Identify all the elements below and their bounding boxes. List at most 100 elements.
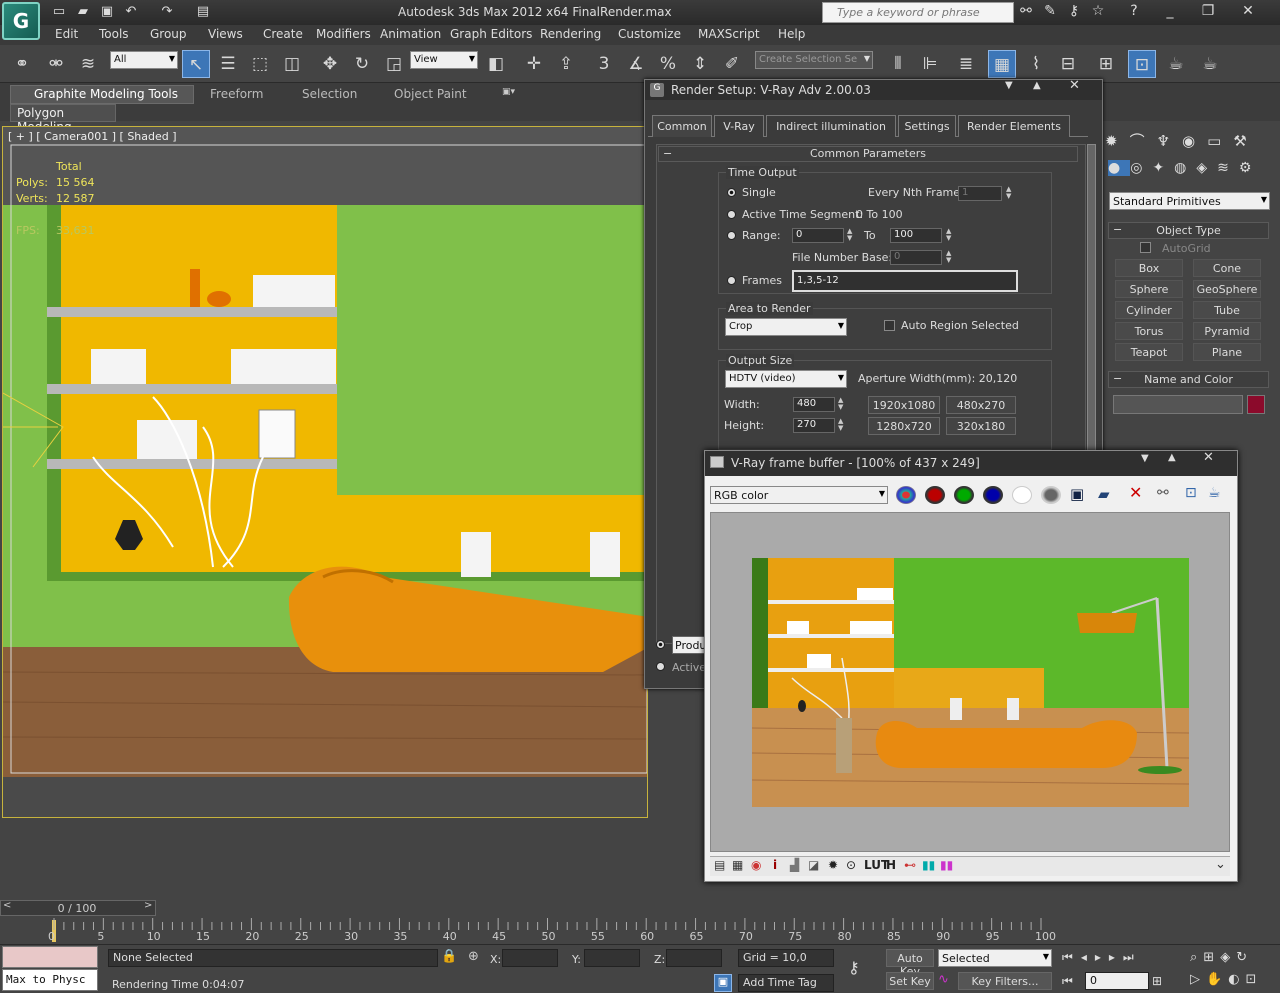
transform-type-in-icon[interactable]: ⊕ [468, 949, 479, 964]
y-coordinate-field[interactable] [584, 949, 640, 967]
vfb-rgb-channels-icon[interactable] [896, 486, 916, 504]
teapot-button[interactable]: Teapot [1115, 343, 1183, 361]
align-icon[interactable]: ⊫ [916, 50, 944, 78]
render-setup-collapse-icon[interactable]: ▲ [1033, 80, 1041, 91]
key-mode-dropdown[interactable]: Selected ▼ [938, 949, 1052, 967]
material-editor-icon[interactable]: ⊞ [1092, 50, 1120, 78]
redo-icon[interactable]: ↷ [158, 3, 176, 21]
vfb-link-icon[interactable]: ⚯ [1157, 485, 1169, 501]
viewport-nav-top[interactable]: ⌕⊞◈↻ [1190, 950, 1253, 965]
link-icon[interactable]: ⚭ [8, 50, 36, 78]
cameras-icon[interactable]: ◍ [1174, 160, 1196, 176]
auto-key-button[interactable]: Auto Key [886, 949, 934, 978]
menu-views[interactable]: Views [208, 27, 243, 41]
select-manipulate-icon[interactable]: ✛ [520, 50, 548, 78]
object-name-field[interactable] [1113, 395, 1243, 414]
arc-rotate-icon[interactable]: ◐ [1228, 972, 1245, 987]
sphere-button[interactable]: Sphere [1115, 280, 1183, 298]
display-tab-icon[interactable]: ▭ [1207, 132, 1233, 150]
range-to-input[interactable]: 100 [890, 228, 942, 243]
tab-common[interactable]: Common [652, 115, 712, 137]
layer-manager-icon[interactable]: ≣ [952, 50, 980, 78]
render-setup-icon[interactable]: ⊡ [1128, 50, 1156, 78]
menu-help[interactable]: Help [778, 27, 805, 41]
range-from-spinner-icon[interactable]: ▲ ▼ [847, 228, 856, 243]
ribbon-polygon-modeling[interactable]: Polygon Modeling [10, 104, 116, 134]
vfb-mono-icon[interactable] [1041, 486, 1061, 504]
render-setup-menu-icon[interactable]: ▼ [1005, 80, 1013, 91]
select-object-icon[interactable]: ↖ [182, 50, 210, 78]
pan-icon[interactable]: ✋ [1206, 972, 1228, 987]
zoom-all-icon[interactable]: ⊞ [1203, 950, 1220, 965]
menu-customize[interactable]: Customize [618, 27, 681, 41]
window-crossing-icon[interactable]: ◫ [278, 50, 306, 78]
app-logo-icon[interactable]: G [2, 2, 40, 40]
scale-icon[interactable]: ◲ [380, 50, 408, 78]
frames-input[interactable]: 1,3,5-12 [792, 270, 1018, 292]
common-parameters-rollout[interactable]: − Common Parameters [658, 146, 1078, 162]
ribbon-options-icon[interactable]: ▣▾ [502, 87, 526, 101]
output-preset-dropdown[interactable]: HDTV (video) ▼ [725, 370, 847, 388]
mirror-icon[interactable]: ⫴ [884, 50, 912, 78]
vfb-srgb-icon[interactable]: ⊙ [846, 858, 856, 872]
ref-coord-dropdown[interactable]: View ▼ [410, 51, 478, 69]
zoom-icon[interactable]: ⌕ [1190, 950, 1203, 965]
help-icon[interactable]: ? [1124, 3, 1144, 21]
vfb-save-icon[interactable]: ▣ [1070, 485, 1084, 503]
pivot-center-icon[interactable]: ◧ [482, 50, 510, 78]
vfb-expand-icon[interactable]: ⌄ [1215, 857, 1226, 872]
preset-480x270-button[interactable]: 480x270 [946, 396, 1016, 414]
object-type-rollout[interactable]: − Object Type [1108, 222, 1269, 239]
vfb-red-channel-icon[interactable] [925, 486, 945, 504]
selection-filter-dropdown[interactable]: All ▼ [110, 51, 178, 69]
height-input[interactable]: 270 [793, 418, 835, 433]
vfb-history-icon[interactable]: ▤ [714, 858, 725, 872]
file-number-base-spinner-icon[interactable]: ▲ ▼ [946, 250, 955, 265]
vfb-blue-channel-icon[interactable] [983, 486, 1003, 504]
communication-center-icon[interactable]: ✎ [1040, 3, 1060, 21]
x-coordinate-field[interactable] [502, 949, 558, 967]
torus-button[interactable]: Torus [1115, 322, 1183, 340]
vfb-close-icon[interactable]: ✕ [1203, 450, 1214, 465]
tab-render-elements[interactable]: Render Elements [958, 115, 1070, 137]
primitive-category-dropdown[interactable]: Standard Primitives ▼ [1109, 192, 1270, 210]
geometry-icon[interactable]: ● [1108, 160, 1131, 176]
autogrid-checkbox[interactable] [1140, 242, 1151, 253]
restore-icon[interactable]: ❐ [1198, 3, 1218, 21]
box-button[interactable]: Box [1115, 259, 1183, 277]
add-time-tag[interactable]: Add Time Tag [738, 974, 834, 992]
viewport-nav-bottom[interactable]: ▷✋◐⊡ [1190, 972, 1262, 987]
every-nth-spinner-icon[interactable]: ▲ ▼ [1006, 186, 1015, 201]
preset-1280x720-button[interactable]: 1280x720 [868, 417, 940, 435]
create-tab-icon[interactable]: ✹ [1105, 132, 1130, 150]
play-icon[interactable]: ▸ [1095, 950, 1109, 964]
tube-button[interactable]: Tube [1193, 301, 1261, 319]
frames-radio[interactable] [727, 276, 736, 285]
area-to-render-dropdown[interactable]: Crop ▼ [725, 318, 847, 336]
previous-frame-icon[interactable]: ◂ [1081, 950, 1095, 964]
binoculars-icon[interactable]: ⚯ [1016, 3, 1036, 21]
save-file-icon[interactable]: ▣ [98, 3, 116, 21]
menu-create[interactable]: Create [263, 27, 303, 41]
zoom-extents-icon[interactable]: ◈ [1220, 950, 1236, 965]
curve-editor-icon[interactable]: ⌇ [1022, 50, 1050, 78]
unlink-icon[interactable]: ⚮ [42, 50, 70, 78]
width-input[interactable]: 480 [793, 397, 835, 412]
menu-edit[interactable]: Edit [55, 27, 78, 41]
next-frame-icon[interactable]: ▸ [1109, 950, 1123, 964]
vfb-stereo-icon[interactable]: ▮▮ [940, 858, 953, 872]
viewport-label[interactable]: [ + ] [ Camera001 ] [ Shaded ] [8, 130, 177, 143]
height-spinner-icon[interactable]: ▲ ▼ [838, 418, 847, 433]
lights-icon[interactable]: ✦ [1152, 160, 1174, 176]
hierarchy-tab-icon[interactable]: ♆ [1157, 132, 1182, 150]
range-from-input[interactable]: 0 [792, 228, 844, 243]
rendered-frame-window-icon[interactable]: ☕ [1162, 50, 1190, 78]
set-key-mode-key-icon[interactable]: ⚷ [848, 958, 860, 977]
cylinder-button[interactable]: Cylinder [1115, 301, 1183, 319]
set-key-button[interactable]: Set Key [886, 972, 934, 990]
tab-object-paint[interactable]: Object Paint [394, 87, 467, 101]
utilities-tab-icon[interactable]: ⚒ [1233, 132, 1258, 150]
vfb-clear-icon[interactable]: ✕ [1129, 483, 1142, 502]
rect-selection-icon[interactable]: ⬚ [246, 50, 274, 78]
time-tag-icon[interactable]: ▣ [714, 974, 732, 992]
